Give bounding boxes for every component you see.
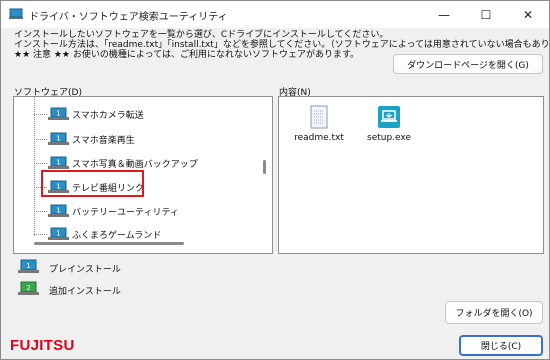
tree-item-fukumaro-game-land[interactable]: 1 ふくまろゲームランド — [34, 225, 234, 243]
utility-window: ドライバ・ソフトウェア検索ユーティリティ — ☐ ✕ インストールしたいソフトウ… — [0, 0, 550, 360]
file-readme[interactable]: readme.txt — [289, 101, 349, 151]
instruction-line-1: インストールしたいソフトウェアを一覧から選び、Cドライブにインストールしてくださ… — [14, 30, 389, 40]
svg-text:1: 1 — [56, 207, 60, 215]
close-window-button[interactable]: ✕ — [509, 1, 547, 28]
tree-item-label: スマホ音楽再生 — [72, 136, 135, 146]
svg-text:1: 1 — [56, 110, 60, 118]
close-button[interactable]: 閉じる(C) — [459, 335, 543, 356]
svg-text:2: 2 — [26, 284, 30, 292]
legend-label: プレインストール — [49, 265, 121, 275]
text-file-icon — [310, 105, 328, 129]
tree-item-label: スマホ写真＆動画バックアップ — [72, 160, 198, 170]
instruction-warning: ★★ 注意 ★★ お使いの機種によっては、ご利用になれないソフトウェアがあります… — [14, 50, 360, 60]
file-name: readme.txt — [294, 133, 344, 143]
file-name: setup.exe — [367, 133, 411, 143]
svg-text:1: 1 — [56, 135, 60, 143]
file-setup[interactable]: setup.exe — [359, 101, 419, 151]
preinstall-laptop-icon: 1 — [48, 204, 69, 217]
preinstall-laptop-icon: 1 — [18, 259, 39, 273]
preinstall-laptop-icon: 1 — [48, 132, 69, 145]
tree-item-smartphone-camera-transfer[interactable]: 1 スマホカメラ転送 — [34, 105, 234, 123]
legend-label: 追加インストール — [49, 287, 121, 297]
tree-item-label: ふくまろゲームランド — [72, 231, 162, 241]
title-bar: ドライバ・ソフトウェア検索ユーティリティ — ☐ ✕ — [1, 1, 549, 28]
tree-item-smartphone-music-player[interactable]: 1 スマホ音楽再生 — [34, 130, 234, 148]
fujitsu-logo: FUJITSU — [10, 337, 75, 354]
svg-text:1: 1 — [56, 230, 60, 238]
preinstall-laptop-icon: 1 — [48, 227, 69, 240]
content-list[interactable]: readme.txt setup.exe — [278, 96, 544, 254]
tree-item-battery-utility[interactable]: 1 バッテリーユーティリティ — [34, 202, 234, 220]
installer-icon — [378, 106, 400, 128]
svg-text:1: 1 — [26, 262, 30, 270]
legend-preinstall: 1 プレインストール — [18, 259, 218, 275]
additional-install-laptop-icon: 2 — [18, 281, 39, 295]
instruction-line-2: インストール方法は、「readme.txt」「install.txt」などを参照… — [14, 40, 550, 50]
vertical-scrollbar-thumb[interactable] — [263, 160, 266, 174]
selection-highlight — [41, 170, 144, 197]
horizontal-scrollbar-thumb[interactable] — [34, 242, 184, 245]
window-title: ドライバ・ソフトウェア検索ユーティリティ — [29, 12, 228, 23]
open-folder-button[interactable]: フォルダを開く(O) — [445, 301, 543, 324]
svg-text:1: 1 — [56, 159, 60, 167]
tree-item-label: スマホカメラ転送 — [72, 111, 144, 121]
preinstall-laptop-icon: 1 — [48, 156, 69, 169]
preinstall-laptop-icon: 1 — [48, 107, 69, 120]
legend-additional-install: 2 追加インストール — [18, 281, 218, 297]
tree-item-label: バッテリーユーティリティ — [72, 208, 179, 218]
maximize-button[interactable]: ☐ — [467, 1, 505, 28]
software-tree[interactable]: 1 スマホカメラ転送 1 スマホ音楽再生 1 スマホ写真＆動画バックアップ 1 … — [13, 96, 273, 254]
minimize-button[interactable]: — — [425, 1, 463, 28]
open-download-page-button[interactable]: ダウンロードページを開く(G) — [393, 54, 543, 74]
app-icon — [9, 8, 23, 19]
